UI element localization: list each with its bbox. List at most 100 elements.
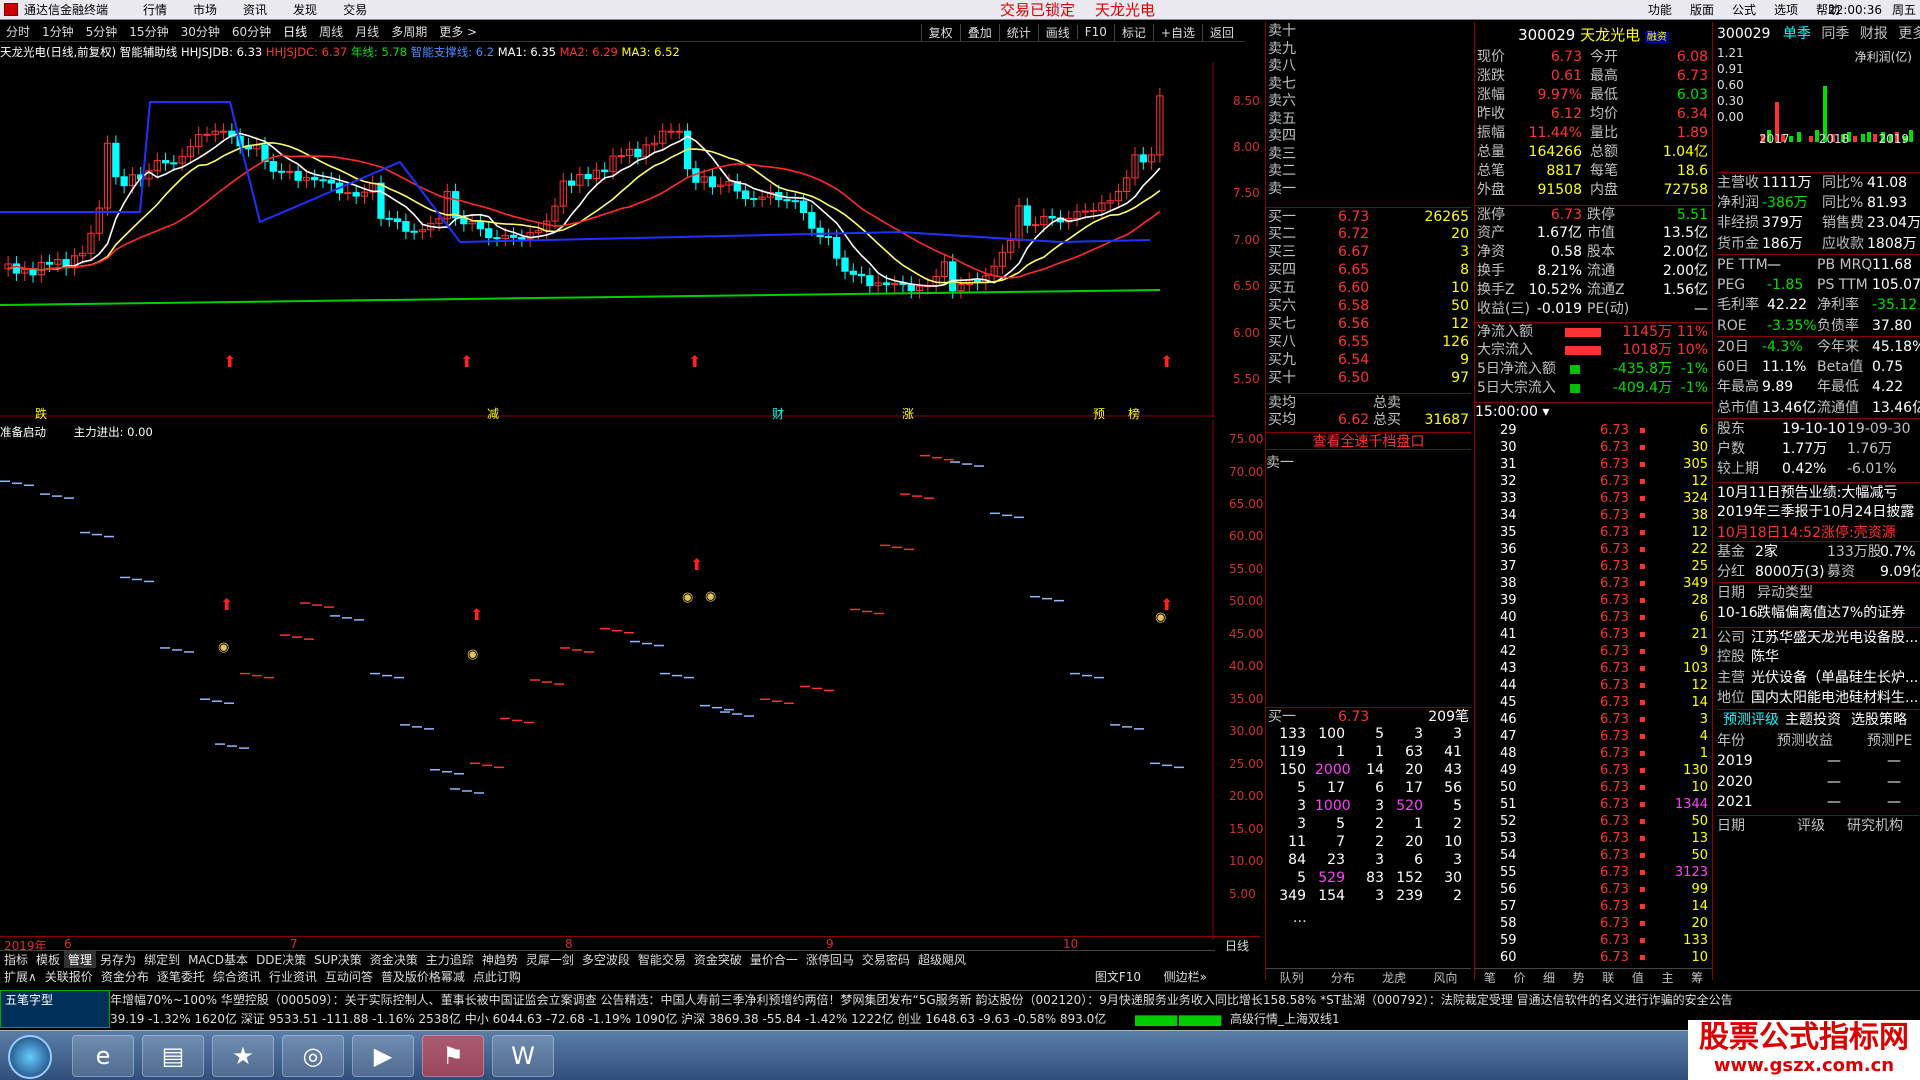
tab-jia[interactable]: 价 bbox=[1513, 969, 1525, 987]
event-row[interactable]: 10-16 跌幅偏离值达7%的证券 bbox=[1717, 603, 1919, 623]
tab-zhangting[interactable]: 涨停回马 bbox=[802, 951, 858, 968]
tab-lingxi[interactable]: 灵犀一剑 bbox=[522, 951, 578, 968]
flow-label: 5日净流入额 bbox=[1477, 361, 1556, 377]
tab-caibao[interactable]: 财报 bbox=[1860, 26, 1888, 42]
tab-lingcunwei[interactable]: 另存为 bbox=[96, 951, 140, 968]
price-tick: 7.50 bbox=[1233, 186, 1260, 200]
period-multi[interactable]: 多周期 bbox=[385, 23, 433, 40]
ticker-text[interactable]: 年增幅70%~100% 华塑控股（000509）：关于实际控制人、董事长被中国证… bbox=[0, 993, 1733, 1007]
tab-dde[interactable]: DDE决策 bbox=[252, 951, 310, 968]
menu-gongneng[interactable]: 功能 bbox=[1648, 0, 1672, 20]
app-icon-orange[interactable]: ★ bbox=[212, 1035, 274, 1077]
tab-zjtupo[interactable]: 资金突破 bbox=[690, 951, 746, 968]
tab-kuozhan[interactable]: 扩展∧ bbox=[0, 968, 41, 985]
ime-toolbar[interactable]: 五笔字型 bbox=[0, 990, 110, 1028]
period-fenshi[interactable]: 分时 bbox=[0, 23, 36, 40]
tab-zhineng[interactable]: 智能交易 bbox=[634, 951, 690, 968]
browser-icon[interactable]: ◎ bbox=[282, 1035, 344, 1077]
menu-shichang[interactable]: 市场 bbox=[193, 0, 217, 20]
folder-icon[interactable]: ▤ bbox=[142, 1035, 204, 1077]
tab-guanli[interactable]: 管理 bbox=[64, 951, 97, 968]
tab-shi[interactable]: 势 bbox=[1573, 969, 1585, 987]
menu-faxian[interactable]: 发现 bbox=[293, 0, 317, 20]
tab-hudong[interactable]: 互动问答 bbox=[321, 968, 377, 985]
word-icon[interactable]: W bbox=[492, 1035, 554, 1077]
news-ticker[interactable]: 年增幅70%~100% 华塑控股（000509）：关于实际控制人、董事长被中国证… bbox=[0, 990, 1920, 1008]
period-30min[interactable]: 30分钟 bbox=[175, 23, 226, 40]
tab-tongji[interactable]: 同季 bbox=[1821, 26, 1849, 42]
tab-fenbu[interactable]: 分布 bbox=[1331, 969, 1355, 986]
tab-zjfenbu[interactable]: 资金分布 bbox=[97, 968, 153, 985]
tab-zhuli[interactable]: 主力追踪 bbox=[422, 951, 478, 968]
period-15min[interactable]: 15分钟 bbox=[123, 23, 174, 40]
tab-sup[interactable]: SUP决策 bbox=[310, 951, 366, 968]
menu-hangqing[interactable]: 行情 bbox=[143, 0, 167, 20]
tab-fengxiang[interactable]: 风向 bbox=[1433, 969, 1457, 986]
tab-shenqushi[interactable]: 神趋势 bbox=[478, 951, 522, 968]
tab-hangye[interactable]: 行业资讯 bbox=[265, 968, 321, 985]
tab-duokong[interactable]: 多空波段 bbox=[578, 951, 634, 968]
tab-zhi[interactable]: 值 bbox=[1632, 969, 1644, 987]
tab-xi[interactable]: 细 bbox=[1543, 969, 1555, 987]
tool-zixuan[interactable]: +自选 bbox=[1152, 23, 1202, 41]
period-5min[interactable]: 5分钟 bbox=[80, 23, 124, 40]
tool-diejia[interactable]: 叠加 bbox=[959, 23, 999, 41]
tool-f10[interactable]: F10 bbox=[1076, 25, 1114, 39]
tool-tongji[interactable]: 统计 bbox=[998, 23, 1038, 41]
ticks-time[interactable]: 15:00:00 bbox=[1475, 404, 1538, 420]
assist-line-label[interactable]: 智能辅助线 bbox=[120, 45, 178, 59]
menu-banmian[interactable]: 版面 bbox=[1690, 0, 1714, 20]
full-depth-link[interactable]: 查看全速千档盘口 bbox=[1266, 432, 1471, 450]
tab-jiaoyimima[interactable]: 交易密码 bbox=[858, 951, 914, 968]
period-60min[interactable]: 60分钟 bbox=[226, 23, 277, 40]
tab-sidebar[interactable]: 侧边栏» bbox=[1160, 968, 1211, 985]
indicator-chart[interactable]: ⬆⬆⬆⬆◉ ◉◉ ◉◉ bbox=[0, 420, 1215, 940]
tab-f10[interactable]: 图文F10 bbox=[1091, 968, 1145, 985]
tab-zonghe[interactable]: 综合资讯 bbox=[209, 968, 265, 985]
candle-body bbox=[750, 198, 758, 201]
menu-xuanxiang[interactable]: 选项 bbox=[1774, 0, 1798, 20]
tab-zhibiao[interactable]: 指标 bbox=[0, 951, 32, 968]
news-line[interactable]: 10月11日预告业绩:大幅减亏 bbox=[1717, 481, 1919, 502]
ie-icon[interactable]: e bbox=[72, 1035, 134, 1077]
tab-longhu[interactable]: 龙虎 bbox=[1382, 969, 1406, 986]
tab-moban[interactable]: 模板 bbox=[32, 951, 64, 968]
tab-liangjia[interactable]: 量价合一 bbox=[746, 951, 802, 968]
tab-yuce[interactable]: 预测评级 bbox=[1723, 710, 1779, 730]
tab-danji[interactable]: 单季 bbox=[1783, 26, 1811, 42]
tab-bi[interactable]: 笔 bbox=[1484, 969, 1496, 987]
news-line[interactable]: 2019年三季报于10月24日披露 bbox=[1717, 502, 1919, 522]
tab-guanlian[interactable]: 关联报价 bbox=[41, 968, 97, 985]
tool-fuquan[interactable]: 复权 bbox=[920, 23, 960, 41]
period-more[interactable]: 更多 > bbox=[433, 23, 483, 40]
period-monthly[interactable]: 月线 bbox=[349, 23, 385, 40]
tab-lian[interactable]: 联 bbox=[1602, 969, 1614, 987]
tab-duilie[interactable]: 队列 bbox=[1280, 969, 1304, 986]
menu-jiaoyi[interactable]: 交易 bbox=[343, 0, 367, 20]
news-line[interactable]: 10月18日14:52涨停:壳资源 bbox=[1717, 523, 1919, 543]
media-icon[interactable]: ▶ bbox=[352, 1035, 414, 1077]
period-daily[interactable]: 日线 bbox=[277, 23, 313, 40]
tab-dingou[interactable]: 点此订购 bbox=[469, 968, 525, 985]
tab-chou[interactable]: 筹 bbox=[1691, 969, 1703, 987]
tab-xuangu[interactable]: 选股策略 bbox=[1851, 710, 1907, 730]
tab-more[interactable]: 更多... bbox=[1898, 26, 1920, 42]
tab-jufeng[interactable]: 超级飓风 bbox=[914, 951, 970, 968]
tab-puji[interactable]: 普及版价格幂减 bbox=[377, 968, 469, 985]
period-1min[interactable]: 1分钟 bbox=[36, 23, 80, 40]
candlestick-chart[interactable]: ⬆⬆⬆⬆ 8.50 bbox=[0, 62, 1215, 417]
tab-macd[interactable]: MACD基本 bbox=[184, 951, 252, 968]
tool-fanhui[interactable]: 返回 bbox=[1201, 23, 1241, 41]
period-weekly[interactable]: 周线 bbox=[313, 23, 349, 40]
menu-gongshi[interactable]: 公式 bbox=[1732, 0, 1756, 20]
tab-zhu[interactable]: 主 bbox=[1662, 969, 1674, 987]
tool-biaoji[interactable]: 标记 bbox=[1113, 23, 1153, 41]
tab-bangdingdao[interactable]: 绑定到 bbox=[140, 951, 184, 968]
tab-zhuti[interactable]: 主题投资 bbox=[1785, 710, 1841, 730]
tab-zhubi[interactable]: 逐笔委托 bbox=[153, 968, 209, 985]
menu-zixun[interactable]: 资讯 bbox=[243, 0, 267, 20]
tool-huaxian[interactable]: 画线 bbox=[1037, 23, 1077, 41]
tdx-icon[interactable]: ⚑ bbox=[422, 1035, 484, 1077]
start-button[interactable] bbox=[8, 1035, 52, 1079]
tab-zijin[interactable]: 资金决策 bbox=[366, 951, 422, 968]
